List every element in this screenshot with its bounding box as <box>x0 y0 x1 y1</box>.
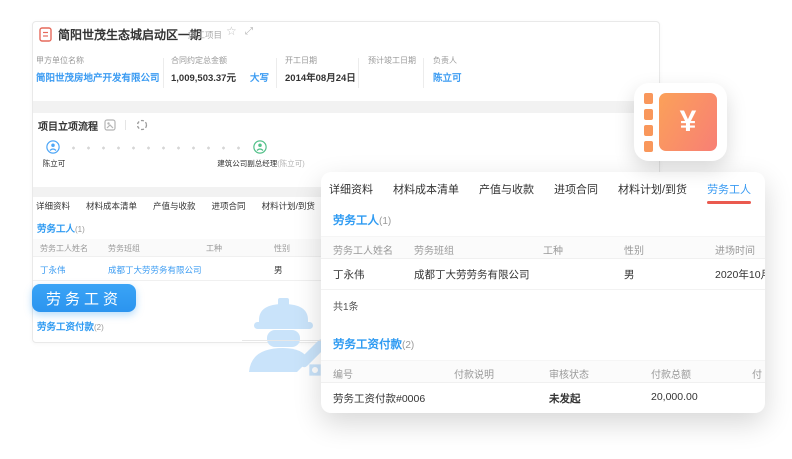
flow-end-role: 建筑公司副总经理 <box>217 159 277 168</box>
tab-detail[interactable]: 详细资料 <box>329 181 373 197</box>
tab-material-cost[interactable]: 材料成本清单 <box>393 181 459 197</box>
flow-end-avatar[interactable] <box>253 140 267 154</box>
field-label: 开工日期 <box>285 55 356 66</box>
col-id: 编号 <box>333 366 353 381</box>
payment-table-row[interactable]: 劳务工资付款#0006 未发起 20,000.00 <box>321 382 765 410</box>
uppercase-link[interactable]: 大写 <box>250 73 269 84</box>
flow-start-avatar[interactable] <box>46 140 60 154</box>
payments-count: (2) <box>94 323 104 332</box>
yen-icon: ¥ <box>659 93 717 151</box>
col-amount: 付款总额 <box>651 366 691 381</box>
col-gender: 性别 <box>274 243 290 254</box>
col-gender: 性别 <box>624 242 644 257</box>
badge-label: 劳务工资 <box>46 288 122 309</box>
divider <box>358 58 359 88</box>
field-value: 2014年08月24日 <box>285 70 356 84</box>
divider <box>125 120 126 130</box>
payments-section-title: 劳务工资付款(2) <box>37 319 104 333</box>
project-title: 简阳世茂生态城启动区一期 <box>58 26 202 43</box>
section-separator <box>33 101 659 113</box>
workers-section-title: 劳务工人(1) <box>37 221 85 235</box>
field-start-date: 开工日期 2014年08月24日 <box>285 55 356 84</box>
tab-material-plan[interactable]: 材料计划/到货 <box>618 181 687 197</box>
field-label: 甲方单位名称 <box>36 55 160 66</box>
worker-gender: 男 <box>274 264 283 276</box>
col-worker-name: 劳务工人姓名 <box>333 242 393 257</box>
tab-material-plan[interactable]: 材料计划/到货 <box>262 200 315 212</box>
back-tab-bar: 详细资料 材料成本清单 产值与收款 进项合同 材料计划/到货 <box>36 200 315 212</box>
workers-count: (1) <box>379 216 391 227</box>
workers-section-title: 劳务工人(1) <box>333 212 391 228</box>
col-worker-name: 劳务工人姓名 <box>40 243 88 254</box>
payment-id-link[interactable]: 劳务工资付款#0006 <box>333 391 425 406</box>
yen-symbol: ¥ <box>680 107 697 137</box>
total-count: 共1条 <box>333 298 359 313</box>
flow-start-name: 陈立可 <box>33 158 75 169</box>
col-entry-time: 进场时间 <box>715 242 755 257</box>
payments-count: (2) <box>402 340 414 351</box>
field-value-link[interactable]: 简阳世茂房地产开发有限公司 <box>36 70 160 84</box>
star-icon[interactable]: ☆ <box>226 25 237 37</box>
field-label: 负责人 <box>433 55 462 66</box>
workers-count: (1) <box>75 225 85 234</box>
project-type-tag: 施工项目 <box>188 29 222 41</box>
flow-end-label: 建筑公司副总经理(陈立可) <box>180 158 342 169</box>
divider <box>423 58 424 88</box>
tab-output-collection[interactable]: 产值与收款 <box>153 200 196 212</box>
tab-input-contract[interactable]: 进项合同 <box>212 200 246 212</box>
worker-entry-time: 2020年10月 <box>715 267 765 282</box>
flow-dotted-line <box>66 146 248 150</box>
col-clipped: 付 <box>752 366 762 381</box>
worker-name-link[interactable]: 丁永伟 <box>40 264 66 276</box>
tab-input-contract[interactable]: 进项合同 <box>554 181 598 197</box>
col-status: 审核状态 <box>549 366 589 381</box>
expand-icon[interactable]: ⤢ <box>245 26 253 38</box>
active-tab-underline <box>707 201 751 204</box>
binder-strip-icon <box>644 93 653 152</box>
divider <box>276 58 277 88</box>
tab-detail[interactable]: 详细资料 <box>36 200 70 212</box>
field-value: 1,009,503.37元 <box>171 73 236 84</box>
field-label: 预计竣工日期 <box>368 55 416 66</box>
refresh-icon[interactable] <box>136 119 148 131</box>
col-note: 付款说明 <box>454 366 494 381</box>
field-planned-finish-date: 预计竣工日期 <box>368 55 416 70</box>
field-person-in-charge: 负责人 陈立可 <box>433 55 462 84</box>
col-team: 劳务班组 <box>108 243 140 254</box>
payment-status: 未发起 <box>549 391 581 406</box>
wage-money-card[interactable]: ¥ <box>634 83 727 161</box>
worker-table-row[interactable]: 丁永伟 成都丁大劳劳务有限公司 男 2020年10月 <box>321 258 765 290</box>
divider <box>163 58 164 88</box>
flow-section-title: 项目立项流程 <box>38 118 98 133</box>
worker-team-link[interactable]: 成都丁大劳劳务有限公司 <box>108 264 202 276</box>
front-tab-bar: 详细资料 材料成本清单 产值与收款 进项合同 材料计划/到货 劳务工人 <box>329 181 751 197</box>
field-label: 合同约定总金额 <box>171 55 269 66</box>
col-job: 工种 <box>206 243 222 254</box>
field-owner-company: 甲方单位名称 简阳世茂房地产开发有限公司 <box>36 55 160 84</box>
tab-labor-workers-active[interactable]: 劳务工人 <box>707 181 751 197</box>
labor-worker-panel: 详细资料 材料成本清单 产值与收款 进项合同 材料计划/到货 劳务工人 劳务工人… <box>321 172 765 413</box>
card-bottom-border-overlay <box>242 340 323 341</box>
labor-wage-badge[interactable]: 劳务工资 <box>32 284 136 312</box>
flow-end-name: (陈立可) <box>277 159 305 168</box>
flowchart-icon[interactable] <box>104 119 116 131</box>
col-team: 劳务班组 <box>414 242 454 257</box>
worker-team-link[interactable]: 成都丁大劳劳务有限公司 <box>414 267 530 282</box>
payments-section-title: 劳务工资付款(2) <box>333 336 414 352</box>
field-value-link[interactable]: 陈立可 <box>433 70 462 84</box>
worker-gender: 男 <box>624 267 635 282</box>
worker-name-link[interactable]: 丁永伟 <box>333 267 365 282</box>
payment-amount: 20,000.00 <box>651 391 698 403</box>
tab-output-collection[interactable]: 产值与收款 <box>479 181 534 197</box>
payments-table-header: 编号 付款说明 审核状态 付款总额 付 <box>321 360 765 383</box>
field-contract-amount: 合同约定总金额 1,009,503.37元 大写 <box>171 55 269 84</box>
workers-table-header: 劳务工人姓名 劳务班组 工种 性别 进场时间 <box>321 236 765 259</box>
col-job: 工种 <box>543 242 563 257</box>
document-icon <box>39 27 52 42</box>
page: 简阳世茂生态城启动区一期 施工项目 ☆ ⤢ 甲方单位名称 简阳世茂房地产开发有限… <box>0 0 792 459</box>
tab-material-cost[interactable]: 材料成本清单 <box>86 200 137 212</box>
